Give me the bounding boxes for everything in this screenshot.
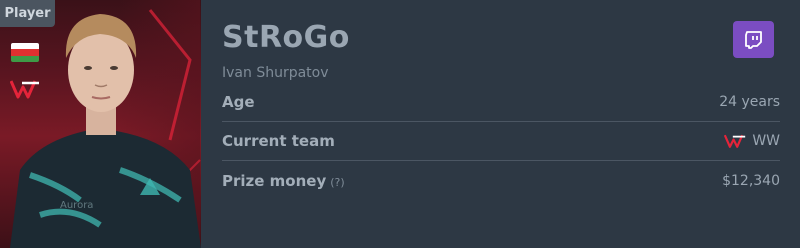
twitch-icon: [744, 30, 762, 49]
player-photo: Aurora: [0, 0, 201, 248]
player-nickname: StRoGo: [222, 20, 350, 55]
stat-label: Current team: [222, 132, 335, 150]
stat-label: Prize money (?): [222, 172, 345, 190]
stat-label: Age: [222, 93, 255, 111]
team-logo-icon[interactable]: [10, 78, 40, 100]
twitch-button[interactable]: [733, 21, 774, 58]
stat-row-age: Age 24 years: [222, 83, 780, 121]
help-hint[interactable]: (?): [330, 176, 344, 189]
player-badge: Player: [0, 0, 55, 27]
stat-row-prize-money: Prize money (?) $12,340: [222, 162, 780, 200]
player-real-name: Ivan Shurpatov: [222, 65, 329, 81]
team-logo-icon: [724, 134, 746, 148]
stat-value: $12,340: [722, 173, 780, 189]
current-team-link[interactable]: WW: [724, 133, 780, 149]
player-info: StRoGo Ivan Shurpatov Age 24 years Curre…: [222, 0, 780, 248]
stat-row-current-team: Current team WW: [222, 122, 780, 160]
team-name: WW: [752, 133, 780, 149]
divider: [222, 160, 780, 161]
prize-money-label: Prize money: [222, 172, 327, 190]
svg-text:Aurora: Aurora: [60, 200, 93, 211]
stat-value: 24 years: [719, 94, 780, 110]
country-flag-icon: [11, 43, 39, 62]
player-card: Aurora Player StRoGo Ivan Shurpatov Age …: [0, 0, 800, 248]
